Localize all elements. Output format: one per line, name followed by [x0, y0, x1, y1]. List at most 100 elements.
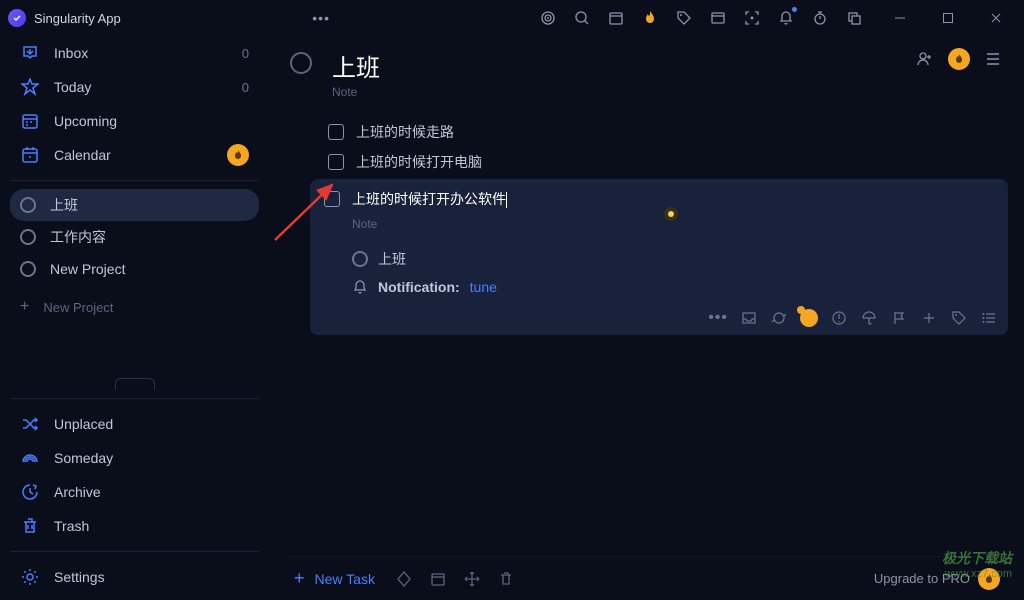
umbrella-icon[interactable] — [860, 309, 878, 327]
bell-icon[interactable] — [776, 8, 796, 28]
project-circle-icon — [20, 197, 36, 213]
sidebar-item-label: Upcoming — [54, 113, 117, 129]
project-label: 工作内容 — [50, 227, 106, 247]
task-row[interactable]: 上班的时候走路 — [328, 117, 1008, 147]
project-circle-icon — [20, 229, 36, 245]
flag-icon[interactable] — [890, 309, 908, 327]
priority-icon[interactable] — [395, 570, 413, 588]
bell-icon — [352, 279, 368, 295]
task-row[interactable]: 上班的时候打开电脑 — [328, 147, 1008, 177]
plus-action-icon[interactable] — [920, 309, 938, 327]
content-area: 上班 Note 上班的时候走路 上班的时候打开电脑 — [270, 36, 1024, 600]
sidebar-project-0[interactable]: 上班 — [10, 189, 259, 221]
plus-icon: + — [20, 298, 29, 316]
tag-action-icon[interactable] — [950, 309, 968, 327]
task-checkbox[interactable] — [328, 154, 344, 170]
task-checkbox[interactable] — [328, 124, 344, 140]
list-menu-icon[interactable] — [982, 48, 1004, 70]
calendar-nav-icon — [20, 145, 40, 165]
shuffle-icon — [20, 414, 40, 434]
fire-icon[interactable] — [640, 8, 660, 28]
top-toolbar — [538, 8, 864, 28]
sidebar-item-someday[interactable]: Someday — [10, 441, 259, 475]
app-menu-button[interactable]: ••• — [304, 6, 338, 30]
sidebar-item-label: Unplaced — [54, 416, 113, 432]
sidebar-item-label: Settings — [54, 569, 105, 585]
upgrade-flame-icon — [978, 568, 1000, 590]
project-circle-icon — [352, 251, 368, 267]
sidebar-item-label: Archive — [54, 484, 101, 500]
star-icon — [20, 77, 40, 97]
new-task-button[interactable]: + New Task — [294, 568, 375, 589]
app-logo — [8, 9, 26, 27]
sidebar-item-label: Today — [54, 79, 91, 95]
trash-icon — [20, 516, 40, 536]
sidebar-item-calendar[interactable]: Calendar — [10, 138, 259, 172]
sidebar-item-inbox[interactable]: Inbox 0 — [10, 36, 259, 70]
sidebar-item-upcoming[interactable]: Upcoming — [10, 104, 259, 138]
list-pro-badge — [948, 48, 970, 70]
editing-task-card[interactable]: 上班的时候打开办公软件 Note 上班 Notification: tune •… — [310, 179, 1008, 335]
list-header: 上班 Note — [286, 44, 1008, 99]
task-notification-row[interactable]: Notification: tune — [352, 279, 994, 295]
titlebar: Singularity App ••• — [0, 0, 1024, 36]
project-label: New Project — [50, 261, 125, 277]
tag-icon[interactable] — [674, 8, 694, 28]
sidebar-item-archive[interactable]: Archive — [10, 475, 259, 509]
minimize-button[interactable] — [880, 4, 920, 32]
list-complete-toggle[interactable] — [290, 52, 312, 74]
move-icon[interactable] — [463, 570, 481, 588]
task-title: 上班的时候打开电脑 — [356, 152, 482, 172]
window-icon[interactable] — [708, 8, 728, 28]
app-title: Singularity App — [34, 11, 121, 26]
more-icon[interactable]: ••• — [708, 309, 728, 327]
sidebar-project-2[interactable]: New Project — [10, 253, 259, 285]
maximize-button[interactable] — [928, 4, 968, 32]
task-project-row[interactable]: 上班 — [352, 249, 994, 269]
focus-icon[interactable] — [742, 8, 762, 28]
search-icon[interactable] — [572, 8, 592, 28]
calendar-pro-badge — [227, 144, 249, 166]
archive-icon — [20, 482, 40, 502]
stopwatch-icon[interactable] — [810, 8, 830, 28]
new-task-label: New Task — [315, 571, 375, 587]
task-title-input[interactable]: 上班的时候打开办公软件 — [352, 189, 507, 209]
today-count: 0 — [242, 80, 249, 95]
notification-value[interactable]: tune — [470, 279, 497, 295]
checklist-icon[interactable] — [980, 309, 998, 327]
repeat-icon[interactable] — [770, 309, 788, 327]
list-title[interactable]: 上班 — [332, 48, 380, 83]
sidebar-item-label: Trash — [54, 518, 89, 534]
fire-badge-icon[interactable] — [800, 309, 818, 327]
sidebar-item-today[interactable]: Today 0 — [10, 70, 259, 104]
task-checkbox[interactable] — [324, 191, 340, 207]
schedule-icon[interactable] — [429, 570, 447, 588]
sidebar-resize-handle[interactable] — [10, 378, 259, 390]
calendar-icon[interactable] — [606, 8, 626, 28]
add-person-icon[interactable] — [914, 48, 936, 70]
upcoming-icon — [20, 111, 40, 131]
gear-icon — [20, 567, 40, 587]
task-project-label: 上班 — [378, 249, 406, 269]
list-note-label[interactable]: Note — [332, 85, 380, 99]
sidebar-item-trash[interactable]: Trash — [10, 509, 259, 543]
new-project-button[interactable]: + New Project — [10, 291, 259, 323]
plus-icon: + — [294, 568, 305, 589]
upgrade-label: Upgrade to PRO — [874, 571, 970, 586]
upgrade-button[interactable]: Upgrade to PRO — [874, 568, 1000, 590]
sidebar-item-settings[interactable]: Settings — [10, 560, 259, 594]
window-controls — [880, 4, 1016, 32]
inbox-action-icon[interactable] — [740, 309, 758, 327]
alert-icon[interactable] — [830, 309, 848, 327]
target-icon[interactable] — [538, 8, 558, 28]
inbox-icon — [20, 43, 40, 63]
new-project-label: New Project — [43, 300, 113, 315]
divider — [10, 551, 259, 552]
sidebar-item-label: Calendar — [54, 147, 111, 163]
sidebar-project-1[interactable]: 工作内容 — [10, 221, 259, 253]
rainbow-icon — [20, 448, 40, 468]
copy-icon[interactable] — [844, 8, 864, 28]
delete-icon[interactable] — [497, 570, 515, 588]
close-button[interactable] — [976, 4, 1016, 32]
sidebar-item-unplaced[interactable]: Unplaced — [10, 407, 259, 441]
